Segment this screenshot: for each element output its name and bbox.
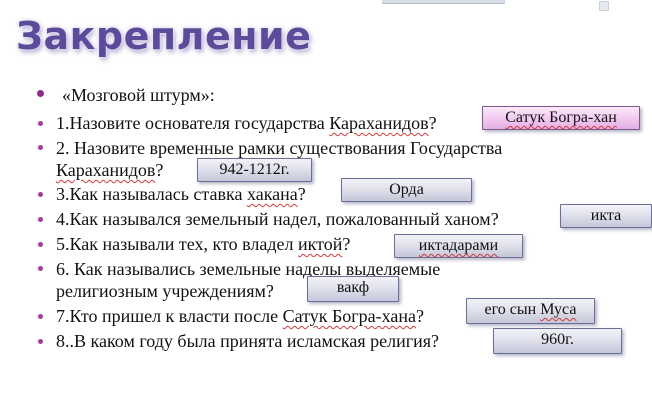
answer-box-2[interactable]: 942-1212г. <box>197 158 312 182</box>
answer-box-3[interactable]: Орда <box>341 178 472 202</box>
list-bullet <box>38 121 43 126</box>
answer-box-5[interactable]: иктадарами <box>394 234 523 258</box>
question-5: 5.Как называли тех, кто владел иктой? <box>56 234 351 254</box>
list-bullet <box>38 192 43 197</box>
list-bullet <box>37 90 44 97</box>
answer-box-7[interactable]: его сын Муса <box>466 298 595 324</box>
question-8: 8..В каком году была принята исламская р… <box>56 331 440 351</box>
question-2-line-2: Караханидов? <box>56 160 164 180</box>
list-bullet <box>38 266 43 271</box>
brainstorm-heading: «Мозговой штурм»: <box>62 85 215 105</box>
question-2-line-1: 2. Назовите временные рамки существовани… <box>56 138 503 158</box>
answer-box-8[interactable]: 960г. <box>493 328 622 354</box>
list-bullet <box>38 217 43 222</box>
answer-box-1[interactable]: Сатук Богра-хан <box>482 106 640 130</box>
list-bullet <box>38 339 43 344</box>
question-3: 3.Как называлась ставка хакана? <box>56 184 306 204</box>
question-1: 1.Назовите основателя государства Караха… <box>56 113 437 133</box>
list-bullet <box>38 145 43 150</box>
question-4: 4.Как назывался земельный надел, пожалов… <box>56 209 499 229</box>
question-7: 7.Кто пришел к власти после Сатук Богра-… <box>56 306 425 326</box>
question-6-line-2: религиозным учреждениям? <box>56 281 274 301</box>
list-bullet <box>38 314 43 319</box>
answer-box-6[interactable]: вакф <box>307 276 399 302</box>
list-bullet <box>38 242 43 247</box>
answer-box-4[interactable]: икта <box>560 204 652 228</box>
